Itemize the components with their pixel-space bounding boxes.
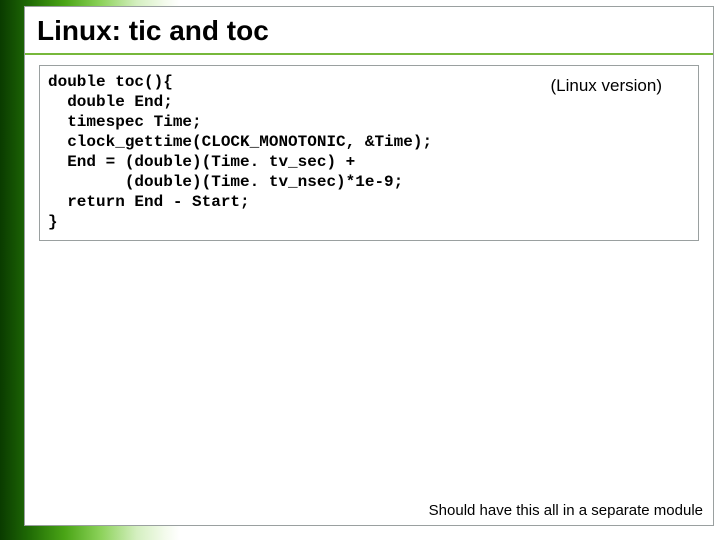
footer-note: Should have this all in a separate modul… [429,502,703,519]
code-box: (Linux version) double toc(){ double End… [39,65,699,241]
slide-frame: Linux: tic and toc (Linux version) doubl… [24,6,714,526]
code-annotation: (Linux version) [551,76,663,96]
code-listing: double toc(){ double End; timespec Time;… [48,72,690,232]
slide-title: Linux: tic and toc [25,7,713,55]
